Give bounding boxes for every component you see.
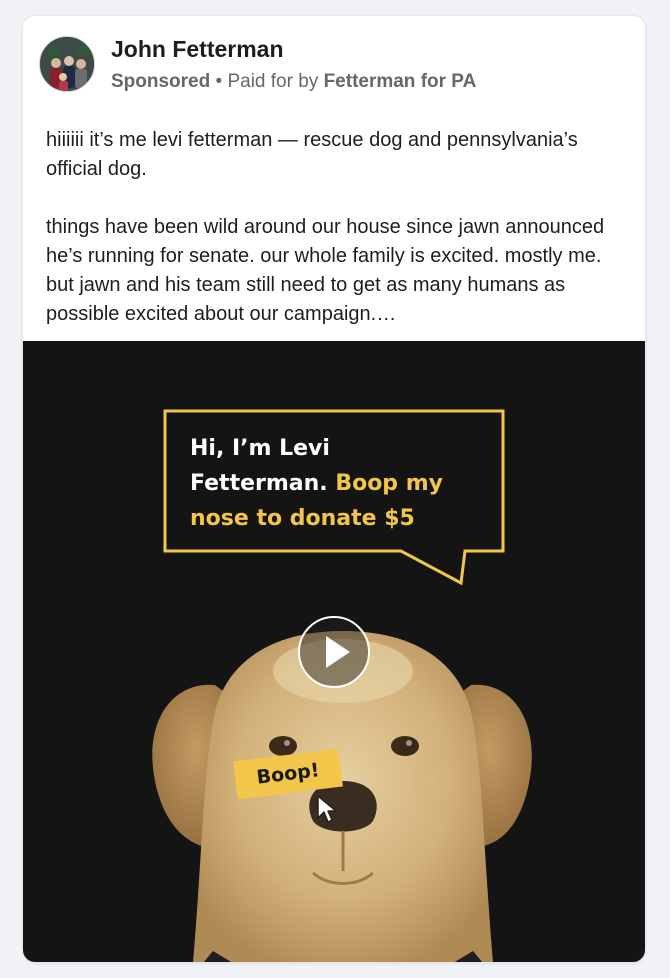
post-paragraph[interactable]: things have been wild around our house s… [46, 213, 626, 329]
video-player[interactable]: Hi, I’m Levi Fetterman. Boop my nose to … [23, 341, 645, 962]
speech-bubble-text: Hi, I’m Levi Fetterman. Boop my nose to … [190, 431, 500, 536]
family-photo-icon [40, 37, 94, 91]
post-text: hiiiiii it’s me levi fetterman — rescue … [46, 126, 626, 329]
play-icon [326, 636, 350, 668]
sponsored-post-card: John Fetterman Sponsored • Paid for by F… [23, 16, 645, 962]
speech-line-white: Hi, I’m Levi [190, 436, 330, 461]
play-button[interactable] [298, 616, 370, 688]
speech-line-yellow: Boop my [335, 471, 443, 496]
meta-separator: • [210, 71, 228, 92]
mouse-cursor-icon [317, 795, 337, 823]
paid-for-prefix: Paid for by [227, 71, 324, 92]
paid-for-name[interactable]: Fetterman for PA [324, 71, 477, 92]
post-paragraph: hiiiiii it’s me levi fetterman — rescue … [46, 129, 578, 180]
speech-line-yellow: nose to donate $5 [190, 506, 415, 531]
author-name[interactable]: John Fetterman [111, 36, 284, 63]
post-header: John Fetterman Sponsored • Paid for by F… [23, 16, 645, 112]
speech-line-white: Fetterman. [190, 471, 336, 496]
sponsored-label[interactable]: Sponsored [111, 71, 210, 92]
author-avatar[interactable] [39, 36, 95, 92]
post-meta: Sponsored • Paid for by Fetterman for PA [111, 71, 476, 93]
